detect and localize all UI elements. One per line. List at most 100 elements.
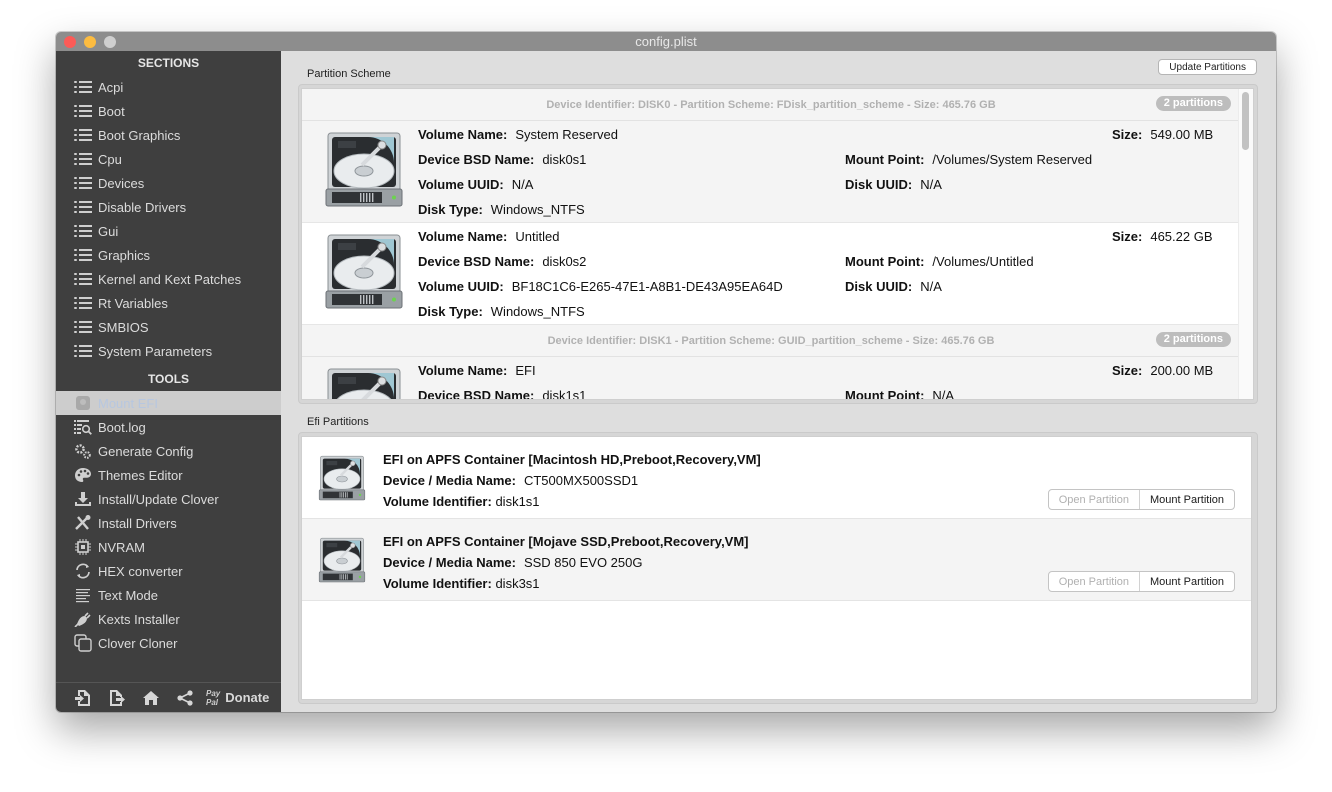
export-button[interactable] [100,686,134,710]
sidebar-item-kernel-and-kext-patches[interactable]: Kernel and Kext Patches [56,267,281,291]
sidebar-item-disable-drivers[interactable]: Disable Drivers [56,195,281,219]
sidebar-tool-label: Mount EFI [98,395,158,411]
partition-size: Size: 549.00 MB [1112,127,1213,142]
title-bar: config.plist [56,32,1276,51]
partition-scrollbar-track[interactable] [1238,89,1253,399]
mount-point-value: N/A [932,388,955,400]
sidebar-tool-hex-converter[interactable]: HEX converter [56,559,281,583]
sidebar-tool-label: Install/Update Clover [98,491,219,507]
efi-partition-row[interactable]: EFI on APFS Container [Macintosh HD,Preb… [302,437,1251,519]
partition-count-badge: 2 partitions [1155,96,1231,111]
volume-name-value: System Reserved [515,127,618,142]
plug-icon [74,611,92,627]
disk-type-label: Disk Type: [418,202,483,217]
hard-drive-icon [318,537,366,587]
sidebar-footer: Pay Pal Donate [56,682,281,712]
sidebar-item-system-parameters[interactable]: System Parameters [56,339,281,363]
sidebar-tool-clover-cloner[interactable]: Clover Cloner [56,631,281,655]
sidebar-item-label: Devices [98,175,145,191]
donate-button[interactable]: Pay Pal Donate [206,689,269,707]
partition-size-value: 465.22 GB [1150,229,1213,244]
volume-name-label: Volume Name: [418,363,508,378]
sidebar-item-graphics[interactable]: Graphics [56,243,281,267]
open-partition-button[interactable]: Open Partition [1049,490,1141,509]
efi-list[interactable]: EFI on APFS Container [Macintosh HD,Preb… [301,436,1252,700]
volume-name: Volume Name: System Reserved [418,127,618,142]
device-media-name: Device / Media Name: CT500MX500SSD1 [383,473,638,488]
device-media-label: Device / Media Name: [383,473,516,488]
efi-title: EFI on APFS Container [Macintosh HD,Preb… [383,452,761,467]
mount-point: Mount Point: /Volumes/System Reserved [845,152,1092,167]
donate-label: Donate [225,690,270,705]
import-button[interactable] [66,686,100,710]
list-icon [74,343,92,359]
sidebar-item-boot[interactable]: Boot [56,99,281,123]
partition-scrollbar-thumb[interactable] [1242,92,1249,150]
partition-size-value: 200.00 MB [1150,363,1214,378]
mount-partition-button[interactable]: Mount Partition [1140,572,1234,591]
sidebar-tool-generate-config[interactable]: Generate Config [56,439,281,463]
sidebar-item-rt-variables[interactable]: Rt Variables [56,291,281,315]
sections-list: Acpi Boot Boot Graphics Cpu Devices Disa… [56,75,281,363]
list-icon [74,199,92,215]
sidebar-item-boot-graphics[interactable]: Boot Graphics [56,123,281,147]
paypal-icon: Pay Pal [206,689,220,707]
volume-name: Volume Name: Untitled [418,229,559,244]
sidebar-tool-themes-editor[interactable]: Themes Editor [56,463,281,487]
sidebar-item-label: System Parameters [98,343,213,359]
list-icon [74,271,92,287]
device-bsd-name-label: Device BSD Name: [418,254,535,269]
sidebar-tool-install-drivers[interactable]: Install Drivers [56,511,281,535]
text-lines-icon [74,587,92,603]
sidebar-tool-mount-efi[interactable]: Mount EFI [56,391,281,415]
zoom-window-button[interactable] [104,36,116,48]
hard-drive-icon [324,233,404,316]
device-bsd-name-value: disk0s1 [542,152,587,167]
mount-point-label: Mount Point: [845,254,925,269]
device-bsd-name-label: Device BSD Name: [418,152,535,167]
sidebar-item-smbios[interactable]: SMBIOS [56,315,281,339]
sidebar-tool-label: Text Mode [98,587,158,603]
sidebar-item-devices[interactable]: Devices [56,171,281,195]
palette-icon [74,467,92,483]
list-icon [74,127,92,143]
sidebar-tool-label: Generate Config [98,443,194,459]
sidebar-item-gui[interactable]: Gui [56,219,281,243]
list-icon [74,223,92,239]
sidebar-item-label: Gui [98,223,119,239]
sidebar-tool-label: NVRAM [98,539,145,555]
partition-size-label: Size: [1112,363,1143,378]
home-button[interactable] [134,686,168,710]
mount-partition-button[interactable]: Mount Partition [1140,490,1234,509]
app-window: config.plist SECTIONS Acpi Boot Boot Gra… [56,32,1276,712]
volume-identifier-value: disk3s1 [495,576,540,591]
partition-list[interactable]: Device Identifier: DISK0 - Partition Sch… [301,88,1254,400]
open-partition-button[interactable]: Open Partition [1049,572,1141,591]
partition-row[interactable]: Volume Name: System Reserved Device BSD Na… [302,121,1240,223]
sidebar-tool-boot-log[interactable]: Boot.log [56,415,281,439]
hard-drive-icon [324,367,404,399]
share-button[interactable] [168,686,202,710]
sidebar-tool-kexts-installer[interactable]: Kexts Installer [56,607,281,631]
sidebar-tool-label: HEX converter [98,563,183,579]
update-partitions-button[interactable]: Update Partitions [1158,59,1257,75]
disk-header: Device Identifier: DISK1 - Partition Sch… [302,325,1240,357]
partition-size-value: 549.00 MB [1150,127,1214,142]
sidebar-tool-label: Kexts Installer [98,611,180,627]
sidebar-item-cpu[interactable]: Cpu [56,147,281,171]
sidebar-tool-nvram[interactable]: NVRAM [56,535,281,559]
minimize-window-button[interactable] [84,36,96,48]
partition-size: Size: 200.00 MB [1112,363,1213,378]
sidebar-item-label: Cpu [98,151,122,167]
sidebar-item-acpi[interactable]: Acpi [56,75,281,99]
partition-row[interactable]: Volume Name: EFI Device BSD Name: disk1s1 Si… [302,357,1240,400]
volume-name-label: Volume Name: [418,127,508,142]
partition-row[interactable]: Volume Name: Untitled Device BSD Name: disk… [302,223,1240,325]
sidebar-tool-text-mode[interactable]: Text Mode [56,583,281,607]
efi-partition-row[interactable]: EFI on APFS Container [Mojave SSD,Preboo… [302,519,1251,601]
device-bsd-name: Device BSD Name: disk0s2 [418,254,586,269]
partition-size: Size: 465.22 GB [1112,229,1213,244]
sidebar-tool-label: Install Drivers [98,515,177,531]
sidebar-tool-install-update-clover[interactable]: Install/Update Clover [56,487,281,511]
close-window-button[interactable] [64,36,76,48]
